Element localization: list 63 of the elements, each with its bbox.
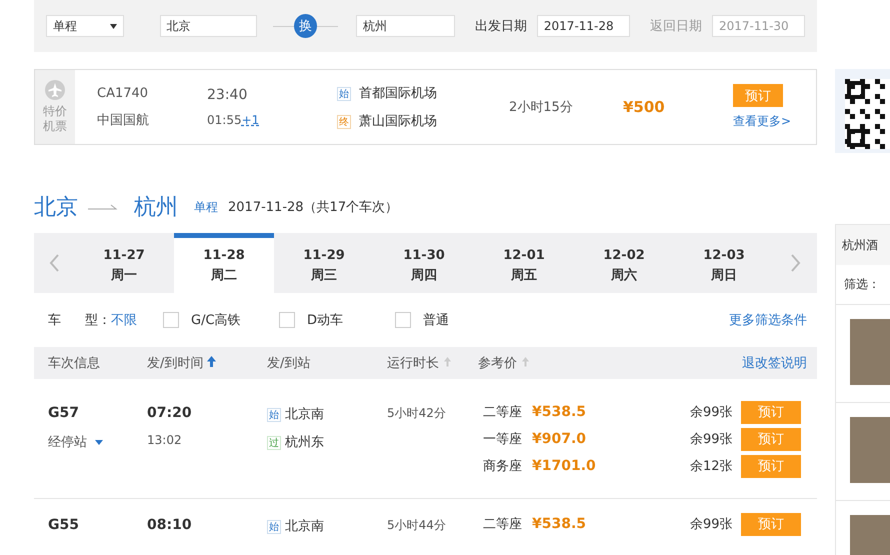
station-name: 北京南 (285, 407, 324, 422)
return-date-label: 返回日期 (650, 18, 702, 35)
date-tab[interactable]: 11-29 周三 (274, 233, 374, 293)
flight-duration: 2小时15分 (509, 99, 574, 116)
column-header[interactable]: 发/到时间 (147, 356, 204, 371)
remaining-tickets: 余99张 (690, 404, 733, 421)
checkbox-label: D动车 (307, 312, 344, 329)
date-tab[interactable]: 11-30 周四 (374, 233, 474, 293)
checkbox-label: G/C高铁 (191, 312, 241, 329)
stops-link[interactable]: 经停站 (48, 433, 87, 451)
any-type-link[interactable]: 不限 (111, 311, 137, 329)
hotel-panel-title: 杭州酒 (836, 225, 890, 265)
depart-date-label: 出发日期 (474, 18, 527, 35)
station-name: 北京南 (285, 519, 324, 534)
deal-label: 特价机票 (43, 104, 67, 134)
column-header: 车次信息 (48, 356, 100, 371)
remaining-tickets: 余99张 (690, 431, 733, 448)
depart-time: 08:10 (147, 517, 193, 533)
seat-class: 二等座 (483, 404, 522, 421)
depart-time: 07:20 (147, 405, 193, 421)
trip-type-label: 单程 (194, 198, 218, 216)
photo-placeholder (850, 319, 890, 385)
seat-class: 商务座 (483, 458, 522, 475)
remaining-tickets: 余99张 (690, 516, 733, 533)
more-filters-link[interactable]: 更多筛选条件 (729, 311, 807, 329)
date-tab[interactable]: 12-01 周五 (474, 233, 574, 293)
seat-class: 一等座 (483, 431, 522, 448)
checkbox-label: 普通 (423, 312, 449, 329)
seat-price: ¥538.5 (532, 404, 588, 420)
column-header: 发/到站 (267, 356, 310, 371)
filter-label: 车 (48, 312, 61, 329)
depart-time: 23:40 (207, 87, 248, 103)
date-tab[interactable]: 12-03 周日 (674, 233, 774, 293)
arrive-time: 01:55 (207, 113, 242, 127)
trip-duration: 5小时44分 (387, 517, 447, 534)
flight-price: ¥500 (623, 98, 666, 116)
flight-number: CA1740 (97, 86, 150, 100)
destination-city: 杭州 (134, 194, 178, 222)
filter-label: 型： (85, 312, 111, 329)
remaining-tickets: 余12张 (690, 458, 733, 475)
hotel-filter-label: 筛选： (836, 265, 890, 305)
airport-name: 萧山国际机场 (359, 114, 437, 129)
arrive-time: 13:02 (147, 433, 183, 447)
more-link[interactable]: 查看更多> (733, 113, 792, 130)
seat-price: ¥538.5 (532, 516, 588, 532)
seat-class: 二等座 (483, 516, 522, 533)
train-number: G55 (48, 517, 80, 533)
column-header[interactable]: 参考价 (478, 356, 517, 371)
column-header[interactable]: 运行时长 (387, 356, 439, 371)
train-number: G57 (48, 405, 80, 421)
station-name: 杭州东 (285, 435, 324, 450)
date-tab[interactable]: 12-02 周六 (574, 233, 674, 293)
date-tab[interactable]: 11-27 周一 (74, 233, 174, 293)
next-day-link[interactable]: +1 (242, 113, 260, 127)
refund-policy-link[interactable]: 退改签说明 (742, 354, 807, 372)
photo-placeholder (850, 417, 890, 483)
trip-duration: 5小时42分 (387, 405, 447, 422)
route-summary: 2017-11-28（共17个车次） (228, 199, 398, 216)
origin-city: 北京 (34, 194, 78, 222)
airport-name: 首都国际机场 (359, 86, 437, 101)
seat-price: ¥907.0 (532, 431, 588, 447)
seat-price: ¥1701.0 (532, 458, 597, 474)
airline-name: 中国国航 (97, 112, 150, 128)
